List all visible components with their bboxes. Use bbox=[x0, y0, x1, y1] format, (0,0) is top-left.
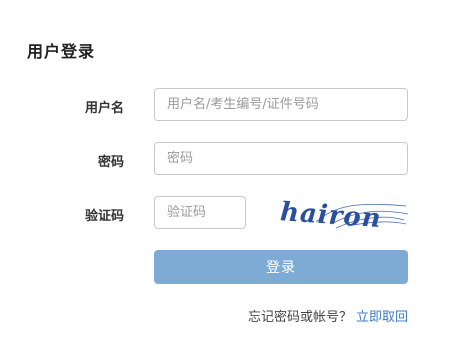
password-label: 密码 bbox=[97, 155, 124, 170]
username-label: 用户名 bbox=[84, 101, 124, 116]
retrieve-link[interactable]: 立即取回 bbox=[356, 310, 408, 325]
captcha-input[interactable] bbox=[154, 196, 246, 229]
password-input[interactable] bbox=[154, 142, 408, 175]
captcha-image[interactable]: hairon bbox=[276, 192, 410, 234]
forgot-row: 忘记密码或帐号？ 立即取回 bbox=[248, 306, 408, 325]
username-input[interactable] bbox=[154, 88, 408, 121]
page-title: 用户登录 bbox=[27, 42, 96, 61]
login-button[interactable]: 登录 bbox=[154, 250, 408, 284]
captcha-text: hairon bbox=[279, 197, 382, 234]
captcha-label: 验证码 bbox=[84, 209, 124, 224]
forgot-text: 忘记密码或帐号？ bbox=[247, 310, 352, 325]
